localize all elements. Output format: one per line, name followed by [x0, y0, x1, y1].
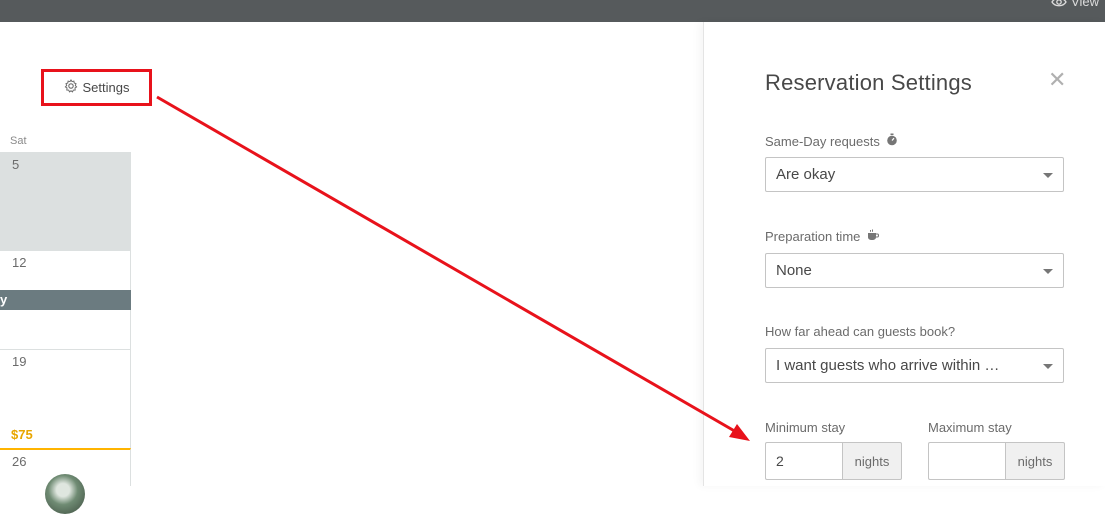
stopwatch-icon — [886, 133, 898, 149]
same-day-select[interactable]: Are okay — [765, 157, 1064, 192]
maximum-stay-input[interactable] — [928, 442, 1005, 480]
panel-title: Reservation Settings — [765, 70, 972, 95]
nightly-price: $75 — [11, 427, 33, 442]
day-number: 5 — [12, 157, 20, 172]
preparation-label-text: Preparation time — [765, 229, 861, 244]
ahead-value: I want guests who arrive within … — [776, 357, 1000, 374]
gear-icon — [64, 79, 78, 96]
ahead-label-text: How far ahead can guests book? — [765, 324, 956, 339]
close-icon[interactable]: ✕ — [1048, 68, 1066, 92]
chevron-down-icon — [1043, 364, 1053, 369]
preparation-value: None — [776, 262, 812, 279]
coffee-cup-icon — [866, 229, 880, 244]
eye-icon — [1051, 0, 1067, 8]
minimum-stay-label: Minimum stay — [765, 420, 846, 435]
maximum-stay-label: Maximum stay — [928, 420, 1012, 435]
calendar-day[interactable]: 5 — [0, 152, 131, 250]
settings-button[interactable]: Settings — [41, 69, 152, 106]
view-link[interactable]: View — [1051, 0, 1099, 9]
settings-label: Settings — [82, 80, 130, 95]
preparation-select[interactable]: None — [765, 253, 1064, 288]
day-number: 26 — [12, 454, 27, 469]
day-number: 12 — [12, 255, 27, 270]
day-number: 19 — [12, 354, 27, 369]
ahead-select[interactable]: I want guests who arrive within … — [765, 348, 1064, 383]
same-day-label: Same-Day requests — [765, 133, 898, 149]
minimum-stay-unit: nights — [842, 442, 902, 480]
reservation-bar[interactable]: y — [0, 290, 131, 310]
minimum-stay-field: nights — [765, 442, 902, 480]
guest-avatar[interactable] — [45, 474, 85, 514]
view-label: View — [1071, 0, 1099, 9]
day-header-sat: Sat — [10, 135, 27, 147]
preparation-label: Preparation time — [765, 229, 880, 244]
maximum-stay-field: nights — [928, 442, 1065, 480]
maximum-stay-unit: nights — [1005, 442, 1065, 480]
top-bar: View — [0, 0, 1105, 22]
annotation-arrow-line — [156, 95, 739, 435]
same-day-label-text: Same-Day requests — [765, 133, 880, 149]
minimum-stay-input[interactable] — [765, 442, 842, 480]
ahead-label: How far ahead can guests book? — [765, 324, 955, 339]
reservation-settings-panel: Reservation Settings ✕ Same-Day requests… — [703, 22, 1105, 486]
chevron-down-icon — [1043, 173, 1053, 178]
same-day-value: Are okay — [776, 166, 836, 183]
chevron-down-icon — [1043, 269, 1053, 274]
